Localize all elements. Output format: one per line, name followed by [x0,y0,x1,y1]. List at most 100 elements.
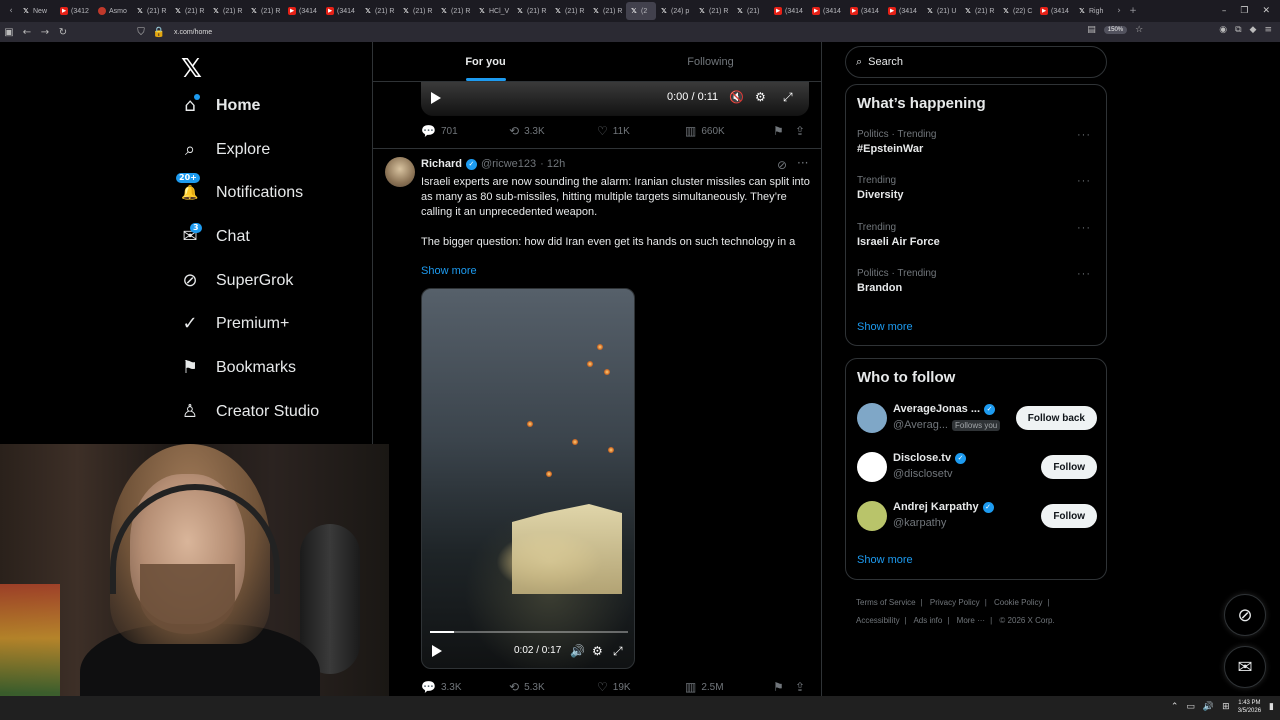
reply-button[interactable]: 💬 3.3K [421,680,462,694]
browser-tab[interactable]: 𝕏 New [18,2,56,20]
nav-item-premium[interactable]: ✓ Premium+ [180,314,289,334]
reader-icon[interactable]: ▤ [1087,25,1096,35]
browser-tab[interactable]: 𝕏 HCl_V [474,2,512,20]
follow-suggestion[interactable]: AverageJonas ... ✓ @Averag... Follows you Fo… [857,401,1097,435]
browser-tab[interactable]: 𝕏 (21) R [208,2,246,20]
account-name[interactable]: Andrej Karpathy [893,501,979,513]
browser-tab[interactable]: ▶ (3414 [846,2,884,20]
volume-icon[interactable]: 🔊 [570,644,585,658]
x-logo[interactable]: 𝕏 [181,54,202,84]
follow-button[interactable]: Follow [1041,455,1097,479]
url-text[interactable]: x.com/home [174,29,212,36]
repost-button[interactable]: ⟲ 5.3K [509,680,545,694]
messages-float-button[interactable]: ✉ [1224,646,1266,688]
zoom-level[interactable]: 150% [1103,26,1128,34]
browser-tab[interactable]: 𝕏 (21) R [960,2,998,20]
notifications-tray-icon[interactable]: ▮ [1269,702,1274,712]
browser-tab[interactable]: Asmo [94,2,132,20]
more-options-icon[interactable]: ··· [1077,175,1091,187]
settings-icon[interactable]: ⚙ [592,644,603,658]
footer-link[interactable]: Ads info [913,616,942,625]
browser-tab[interactable]: 𝕏 (21) R [170,2,208,20]
more-options-icon[interactable]: ··· [1077,129,1091,141]
video-progress-bar[interactable] [430,631,628,633]
nav-item-home[interactable]: ⌂ Home [180,94,260,116]
fullscreen-icon[interactable]: ⤢ [613,644,623,659]
browser-tab[interactable]: 𝕏 (21) R [694,2,732,20]
avatar[interactable] [385,157,415,187]
sidebar-toggle-icon[interactable]: ▣ [0,27,18,38]
minimize-icon[interactable]: – [1222,6,1227,16]
grok-icon[interactable]: ⊘ [777,158,787,172]
views-button[interactable]: ▥ 2.5M [685,680,724,694]
footer-link[interactable]: Cookie Policy [994,598,1042,607]
browser-tab[interactable]: ▶ (3414 [808,2,846,20]
bookmark-button[interactable]: ⚑ [773,124,784,138]
browser-tab[interactable]: 𝕏 (24) p [656,2,694,20]
account-icon[interactable]: ◉ [1219,25,1227,35]
footer-link[interactable]: Privacy Policy [930,598,980,607]
trend-item[interactable]: Trending Israeli Air Force ··· [857,222,1097,248]
nav-item-chat[interactable]: ✉ 3 Chat [180,223,250,247]
nav-item-explore[interactable]: ⌕ Explore [180,140,270,160]
tab-scroll-right-icon[interactable]: › [1112,6,1126,16]
more-options-icon[interactable]: ··· [797,156,808,170]
browser-tab[interactable]: ▶ (3414 [770,2,808,20]
browser-tab[interactable]: 𝕏 (21) R [436,2,474,20]
browser-tab[interactable]: 𝕏 (2 [626,2,656,20]
nav-item-bookmarks[interactable]: ⚑ Bookmarks [180,358,296,378]
trend-item[interactable]: Politics · Trending #EpsteinWar ··· [857,129,1097,155]
nav-item-notifications[interactable]: 🔔 20+ Notifications [176,173,303,203]
trend-item[interactable]: Trending Diversity ··· [857,175,1097,201]
tweet-video[interactable]: 0:02 / 0:17 🔊 ⚙ ⤢ [421,288,635,669]
bookmark-button[interactable]: ⚑ [773,680,784,694]
reload-icon[interactable]: ↻ [54,27,72,38]
footer-link[interactable]: More ··· [957,616,985,625]
browser-tab[interactable]: 𝕏 (21) R [398,2,436,20]
like-button[interactable]: ♡ 11K [597,124,630,138]
more-options-icon[interactable]: ··· [1077,268,1091,280]
play-button[interactable] [432,645,442,657]
author-handle[interactable]: @ricwe123 [481,158,536,170]
previous-tweet-video[interactable]: 0:00 / 0:11 🔇 ⚙ ⤢ [421,82,809,116]
footer-link[interactable]: Terms of Service [856,598,916,607]
like-button[interactable]: ♡ 19K [597,680,631,694]
nav-item-supergrok[interactable]: ⊘ SuperGrok [180,271,293,291]
settings-icon[interactable]: ⚙ [755,90,766,104]
tab-scroll-left-icon[interactable]: ‹ [4,6,18,16]
fullscreen-icon[interactable]: ⤢ [783,90,793,105]
footer-link[interactable]: Accessibility [856,616,900,625]
browser-tab[interactable]: ▶ (3414 [322,2,360,20]
bookmark-star-icon[interactable]: ☆ [1135,25,1143,35]
avatar[interactable] [857,403,887,433]
play-button[interactable] [431,92,441,104]
browser-tab[interactable]: 𝕏 (21) U [922,2,960,20]
close-icon[interactable]: ✕ [1262,6,1270,16]
reply-button[interactable]: 💬 701 [421,124,458,138]
share-button[interactable]: ⇪ [795,124,805,138]
tweet-time[interactable]: · 12h [540,158,565,170]
shield-icon[interactable]: ⛉ [132,27,150,38]
trend-item[interactable]: Politics · Trending Brandon ··· [857,268,1097,294]
browser-tab[interactable]: ▶ (3414 [1036,2,1074,20]
extension-icon[interactable]: ◆ [1250,25,1257,35]
avatar[interactable] [857,501,887,531]
mute-icon[interactable]: 🔇 [729,90,744,104]
follow-button[interactable]: Follow back [1015,406,1097,430]
browser-tab[interactable]: ▶ (3414 [284,2,322,20]
browser-tab[interactable]: 𝕏 (21) R [132,2,170,20]
author-name[interactable]: Richard [421,158,462,170]
share-button[interactable]: ⇪ [795,680,805,694]
account-name[interactable]: AverageJonas ... [893,403,980,415]
browser-tab[interactable]: 𝕏 (21) R [550,2,588,20]
show-more-link[interactable]: Show more [421,265,477,277]
browser-tab[interactable]: 𝕏 Righ [1074,2,1112,20]
repost-button[interactable]: ⟲ 3.3K [509,124,545,138]
browser-tab[interactable]: 𝕏 (21) R [246,2,284,20]
browser-tab[interactable]: 𝕏 (21) R [512,2,550,20]
menu-icon[interactable]: ≡ [1264,25,1272,35]
follow-suggestion[interactable]: Andrej Karpathy ✓ @karpathy Follow [857,499,1097,533]
forward-icon[interactable]: → [36,27,54,38]
views-button[interactable]: ▥ 660K [685,124,725,138]
tray-chevron-icon[interactable]: ⌃ [1171,702,1179,712]
